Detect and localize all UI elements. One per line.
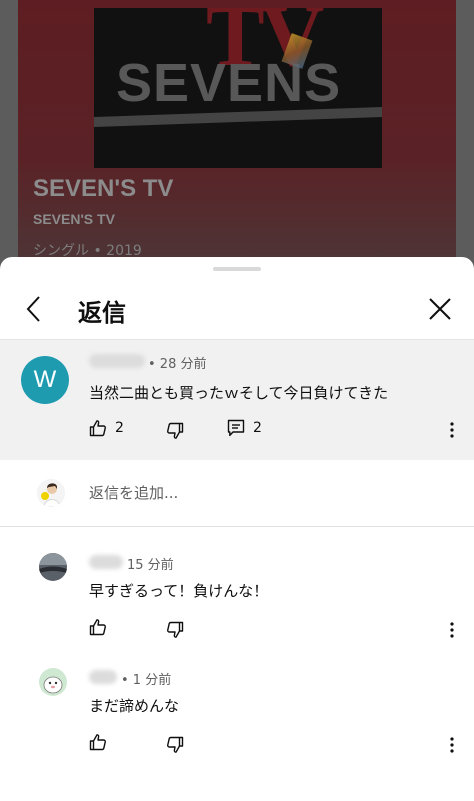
close-icon <box>429 298 451 320</box>
reply-avatar[interactable] <box>39 553 67 581</box>
thumbs-up-icon <box>89 420 106 437</box>
backdrop-edge-left <box>0 0 18 290</box>
parent-comment: W • 28 分前 当然二曲とも買ったｗそして今日負けてきた 2 2 <box>0 340 474 460</box>
reply-author-blurred[interactable] <box>89 555 123 569</box>
my-avatar <box>37 479 65 507</box>
replies-sheet: 返信 W • 28 分前 当然二曲とも買ったｗそして今日負けてきた 2 2 返信… <box>0 257 474 801</box>
comment-time: • 28 分前 <box>148 357 207 372</box>
thumbs-up-icon <box>89 734 106 751</box>
sheet-title: 返信 <box>78 299 126 327</box>
comment-more-button[interactable] <box>442 418 462 442</box>
album-artist: SEVEN'S TV <box>33 211 115 227</box>
reply-more-button[interactable] <box>442 733 462 757</box>
close-button[interactable] <box>424 293 456 325</box>
album-cover: TV SEVENS <box>94 8 382 168</box>
like-button[interactable]: 2 <box>89 419 124 437</box>
reply-comment-icon <box>227 419 245 437</box>
reply-more-button[interactable] <box>442 618 462 642</box>
back-button[interactable] <box>18 291 50 327</box>
author-name-blurred[interactable] <box>89 354 145 368</box>
reply-avatar-image <box>39 668 67 696</box>
reply-divider <box>0 526 474 527</box>
more-vertical-icon <box>450 622 454 638</box>
thumbs-down-icon <box>167 736 184 753</box>
more-vertical-icon <box>450 422 454 438</box>
reply-count: 2 <box>253 420 262 436</box>
reply-time: • 1 分前 <box>121 673 172 688</box>
reply-time: 15 分前 <box>127 558 174 573</box>
add-reply-row[interactable]: 返信を追加... <box>0 460 474 526</box>
reply-like-button[interactable] <box>89 618 107 636</box>
cover-text-sevens: SEVENS <box>116 53 342 113</box>
background-page: TV SEVENS SEVEN'S TV SEVEN'S TV シングル • 2… <box>0 0 474 290</box>
album-title: SEVEN'S TV <box>33 175 174 202</box>
reply-dislike-button[interactable] <box>166 621 184 639</box>
reply-dislike-button[interactable] <box>166 736 184 754</box>
add-reply-input[interactable]: 返信を追加... <box>89 482 178 503</box>
user-avatar-illustration <box>37 479 65 507</box>
backdrop-edge-right <box>456 0 474 290</box>
dislike-button[interactable] <box>166 422 184 440</box>
like-count: 2 <box>115 420 124 436</box>
chevron-left-icon <box>26 296 40 322</box>
reply-avatar[interactable] <box>39 668 67 696</box>
reply-button[interactable]: 2 <box>227 419 262 437</box>
reply-avatar-image <box>39 553 67 581</box>
sheet-drag-handle[interactable] <box>213 267 261 271</box>
avatar[interactable]: W <box>21 356 69 404</box>
reply-like-button[interactable] <box>89 733 107 751</box>
thumbs-down-icon <box>167 621 184 638</box>
thumbs-down-icon <box>167 422 184 439</box>
reply-author-blurred[interactable] <box>89 670 117 684</box>
thumbs-up-icon <box>89 619 106 636</box>
reply-text: まだ諦めんな <box>89 697 180 715</box>
reply-text: 早すぎるって！負けんな！ <box>89 582 269 600</box>
comment-text: 当然二曲とも買ったｗそして今日負けてきた <box>89 384 389 402</box>
more-vertical-icon <box>450 737 454 753</box>
